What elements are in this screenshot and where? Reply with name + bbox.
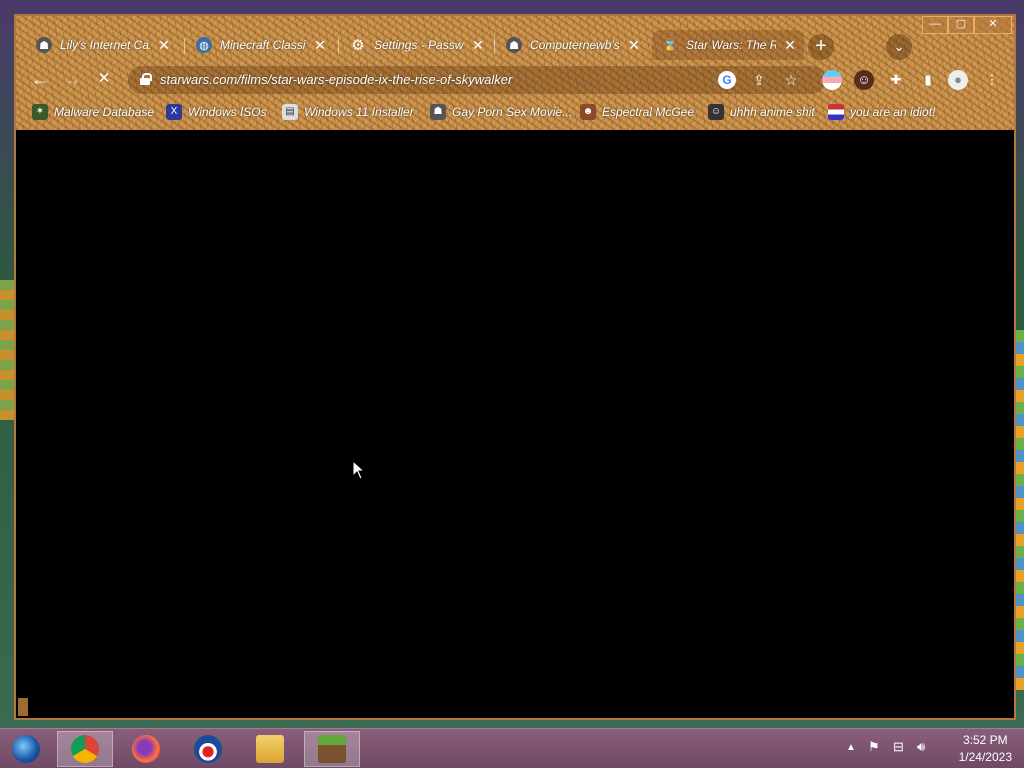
url-text[interactable]: starwars.com/films/star-wars-episode-ix-… (160, 72, 512, 87)
taskbar: ▲ ⚑ ⊟ 🔊︎ 3:52 PM 1/24/2023 (0, 728, 1024, 768)
tab-title: Settings - Passwords (374, 38, 464, 52)
chrome-icon (71, 735, 99, 763)
tab-strip: ☗ Lily's Internet Café ✕ ◍ Minecraft Cla… (26, 28, 916, 62)
close-tab-icon[interactable]: ✕ (312, 37, 328, 54)
page-content-area[interactable] (16, 130, 1014, 718)
tab-settings-passwords[interactable]: ⚙ Settings - Passwords ✕ (340, 30, 492, 60)
windows-start-icon (12, 735, 40, 763)
custom-favicon-icon: ☗ (430, 104, 446, 120)
tab-title: Computernewb's (530, 38, 620, 52)
browser-frame: — ▢ ✕ ☗ Lily's Internet Café ✕ ◍ Minecra… (16, 16, 1014, 130)
taskbar-firefox[interactable] (118, 731, 174, 767)
taskbar-file-explorer[interactable] (242, 731, 298, 767)
maximize-button[interactable]: ▢ (948, 16, 974, 34)
taskbar-chrome[interactable] (57, 731, 113, 767)
extension-flag-icon[interactable] (822, 70, 842, 90)
face-icon: ☻ (580, 104, 596, 120)
anime-avatar-icon: ☺ (708, 104, 724, 120)
browser-window: — ▢ ✕ ☗ Lily's Internet Café ✕ ◍ Minecra… (14, 14, 1016, 720)
minecraft-grass-block-icon (318, 735, 346, 763)
loading-icon: ⌛ (662, 38, 678, 52)
tab-title: Star Wars: The Rise of Skywalker (686, 38, 776, 52)
close-tab-icon[interactable]: ✕ (470, 37, 486, 54)
close-tab-icon[interactable]: ✕ (782, 37, 798, 54)
mouse-cursor-icon (352, 460, 366, 480)
tab-separator (184, 38, 185, 54)
bookmark-star-icon[interactable]: ☆ (782, 71, 800, 89)
tab-minecraft-classic[interactable]: ◍ Minecraft Classic ✕ (186, 30, 334, 60)
menu-kebab-icon[interactable]: ⋮ (982, 70, 1002, 90)
close-tab-icon[interactable]: ✕ (156, 37, 172, 54)
tab-lilys-internet-cafe[interactable]: ☗ Lily's Internet Café ✕ (26, 30, 178, 60)
tab-separator (338, 38, 339, 54)
tab-title: Lily's Internet Café (60, 38, 150, 52)
side-panel-icon[interactable]: ▮ (918, 70, 938, 90)
flag-icon (828, 104, 844, 120)
tab-separator (494, 38, 495, 54)
address-bar[interactable]: starwars.com/films/star-wars-episode-ix-… (128, 66, 826, 94)
globe-icon: ◍ (196, 37, 212, 53)
start-button[interactable] (0, 731, 52, 767)
browser-toolbar: ← → ✕ starwars.com/films/star-wars-episo… (16, 64, 1014, 96)
extensions-puzzle-icon[interactable]: ✚ (886, 70, 906, 90)
new-tab-button[interactable]: + (808, 34, 834, 60)
share-icon[interactable]: ⇪ (750, 71, 768, 89)
system-clock[interactable]: 3:52 PM 1/24/2023 (959, 732, 1012, 766)
bookmark-espectral-mcgee[interactable]: ☻ Espectral McGee (580, 102, 694, 122)
folder-icon (256, 735, 284, 763)
x-logo-icon: X (166, 104, 182, 120)
bookmark-malware-database[interactable]: ✶ Malware Database (32, 102, 154, 122)
clock-date: 1/24/2023 (958, 750, 1012, 764)
bookmark-gay-porn-sex-movie[interactable]: ☗ Gay Porn Sex Movie... (430, 102, 572, 122)
lock-icon[interactable] (140, 73, 152, 85)
tab-title: Minecraft Classic (220, 38, 306, 52)
forward-button[interactable]: → (60, 68, 84, 92)
gear-icon: ⚙ (351, 37, 365, 54)
action-center-flag-icon[interactable]: ⚑ (868, 739, 880, 755)
tab-computernewbs[interactable]: ☗ Computernewb's ✕ (496, 30, 648, 60)
tab-star-wars[interactable]: ⌛ Star Wars: The Rise of Skywalker ✕ (652, 30, 804, 60)
taskbar-obama-app[interactable] (180, 731, 236, 767)
custom-favicon-icon: ☗ (506, 37, 522, 53)
network-icon[interactable]: ⊟ (893, 739, 904, 755)
firefox-icon (132, 735, 160, 763)
custom-favicon-icon: ☗ (36, 37, 52, 53)
stop-loading-button[interactable]: ✕ (92, 68, 116, 92)
extension-avatar-icon[interactable]: ☺ (854, 70, 874, 90)
clock-time: 3:52 PM (962, 733, 1008, 747)
google-lens-icon[interactable]: G (718, 71, 736, 89)
minimize-button[interactable]: — (922, 16, 948, 34)
show-hidden-icons-chevron-icon[interactable]: ▲ (846, 742, 856, 753)
page-icon: ▤ (282, 104, 298, 120)
bookmark-you-are-an-idiot[interactable]: you are an idiot! (828, 102, 935, 122)
bookmark-windows-11-installer[interactable]: ▤ Windows 11 Installer (282, 102, 414, 122)
back-button[interactable]: ← (28, 68, 52, 92)
bookmark-windows-isos[interactable]: X Windows ISOs (166, 102, 267, 122)
resize-corner (18, 698, 28, 716)
volume-icon[interactable]: 🔊︎ (917, 739, 925, 755)
bookmark-uhhh-anime[interactable]: ☺ uhhh anime shit (708, 102, 815, 122)
profile-avatar-icon[interactable]: ● (948, 70, 968, 90)
taskbar-minecraft[interactable] (304, 731, 360, 767)
obama-logo-icon (194, 735, 222, 763)
tab-search-chevron-icon[interactable]: ⌄ (886, 34, 912, 60)
close-tab-icon[interactable]: ✕ (626, 37, 642, 54)
bug-icon: ✶ (32, 104, 48, 120)
close-window-button[interactable]: ✕ (974, 16, 1012, 34)
bookmarks-bar: ✶ Malware Database X Windows ISOs ▤ Wind… (16, 100, 1014, 124)
